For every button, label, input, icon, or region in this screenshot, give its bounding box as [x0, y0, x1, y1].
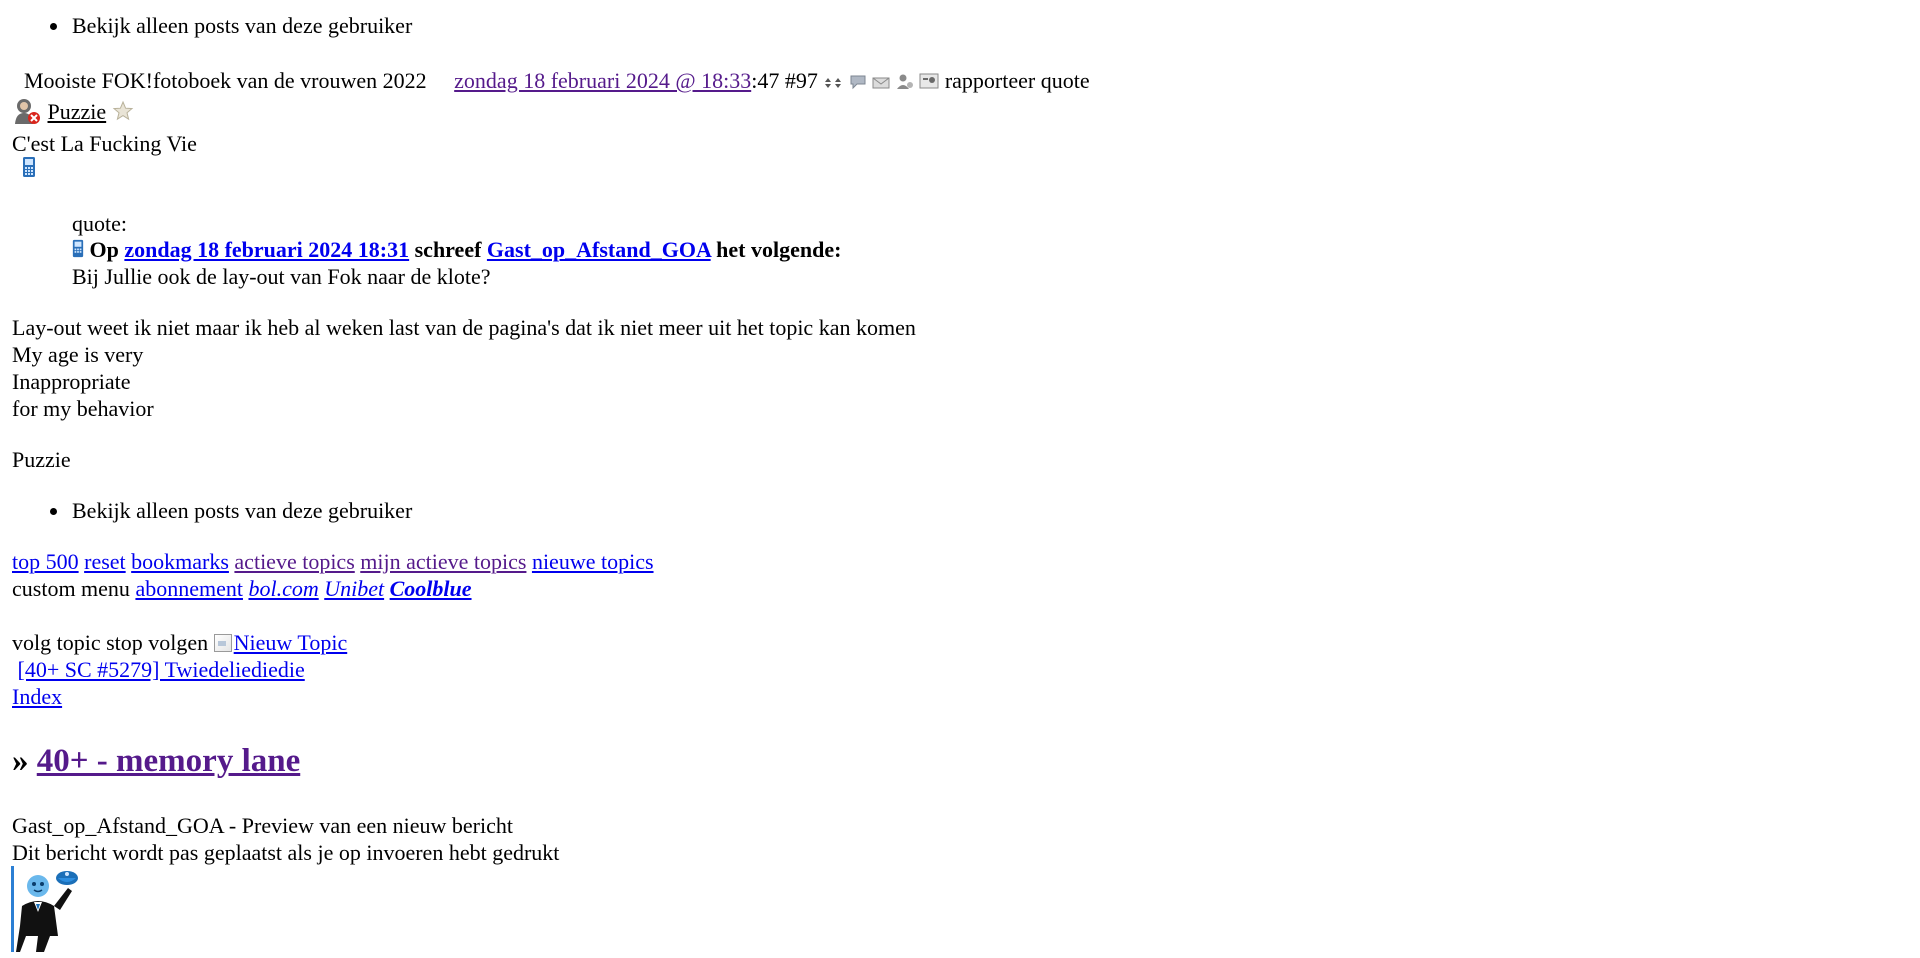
user-avatar-row: Puzzie	[12, 96, 134, 132]
view-user-posts-top[interactable]: Bekijk alleen posts van deze gebruiker	[49, 12, 412, 39]
butler-mascot-icon	[14, 866, 80, 958]
view-user-posts-label[interactable]: Bekijk alleen posts van deze gebruiker	[72, 13, 412, 38]
signature-name: Puzzie	[12, 447, 71, 472]
forum-arrow: »	[12, 743, 29, 779]
preview-line-2: Dit bericht wordt pas geplaatst als je o…	[12, 840, 560, 865]
star-icon	[112, 100, 134, 128]
user-tagline: C'est La Fucking Vie	[12, 131, 197, 156]
quote-header: Op zondag 18 februari 2024 18:31 schreef…	[72, 236, 841, 264]
index-row: Index	[12, 683, 62, 710]
post-topic-title: Mooiste FOK!fotoboek van de vrouwen 2022	[24, 68, 427, 93]
user-status-icon	[12, 96, 42, 132]
forum-title-link[interactable]: 40+ - memory lane	[37, 743, 300, 779]
post-body-line: Lay-out weet ik niet maar ik heb al weke…	[12, 315, 916, 340]
post-date-link[interactable]: zondag 18 februari 2024 @ 18:33	[454, 68, 751, 93]
card-icon[interactable]	[919, 69, 939, 96]
quote-date-link[interactable]: zondag 18 februari 2024 18:31	[124, 237, 409, 262]
mobile-phone-icon	[22, 156, 36, 184]
signature-line-1: My age is very	[12, 342, 144, 367]
quote-label: quote:	[72, 211, 127, 236]
mobile-phone-icon	[72, 237, 84, 264]
custom-menu-label: custom menu	[12, 576, 130, 601]
custom-coolblue[interactable]: Coolblue	[390, 576, 472, 601]
username-link[interactable]: Puzzie	[48, 99, 107, 124]
post-header: Mooiste FOK!fotoboek van de vrouwen 2022…	[24, 67, 1090, 96]
prev-topic-link[interactable]: [40+ SC #5279] Twiedeliediedie	[18, 657, 305, 682]
user-icon[interactable]	[896, 69, 914, 96]
nav-bookmarks[interactable]: bookmarks	[131, 549, 229, 574]
prev-topic-row: [40+ SC #5279] Twiedeliediedie	[12, 656, 305, 683]
nav-nieuwe-topics[interactable]: nieuwe topics	[532, 549, 654, 574]
quote-prefix: Op	[89, 237, 119, 262]
signature-line-3: for my behavior	[12, 396, 154, 421]
nav-top500[interactable]: top 500	[12, 549, 79, 574]
post-seconds-number: :47 #97	[751, 68, 818, 93]
new-topic-label[interactable]: Nieuw Topic	[234, 630, 348, 655]
quote-wrote: schreef	[414, 237, 482, 262]
view-user-posts-label[interactable]: Bekijk alleen posts van deze gebruiker	[72, 498, 412, 523]
quote-text: Bij Jullie ook de lay-out van Fok naar d…	[72, 264, 491, 289]
mail-icon[interactable]	[872, 69, 890, 96]
new-topic-image-icon	[213, 634, 232, 652]
nav-actieve-topics[interactable]: actieve topics	[234, 549, 354, 574]
signature-line-2: Inappropriate	[12, 369, 131, 394]
custom-menu: custom menu abonnement bol.com Unibet Co…	[12, 575, 472, 602]
nav-links: top 500 reset bookmarks actieve topics m…	[12, 548, 654, 575]
report-link[interactable]: rapporteer	[945, 68, 1035, 93]
forum-heading: » 40+ - memory lane	[12, 741, 300, 781]
topic-actions: volg topic stop volgen Nieuw Topic	[12, 629, 347, 656]
comment-icon[interactable]	[849, 69, 867, 96]
nav-mijn-actieve-topics[interactable]: mijn actieve topics	[360, 549, 526, 574]
updown-arrows-icon[interactable]	[823, 69, 843, 96]
new-topic-link[interactable]: Nieuw Topic	[213, 630, 348, 655]
nav-reset[interactable]: reset	[84, 549, 126, 574]
view-user-posts-bottom[interactable]: Bekijk alleen posts van deze gebruiker	[49, 497, 412, 524]
follow-topic[interactable]: volg topic	[12, 630, 101, 655]
quote-link[interactable]: quote	[1041, 68, 1090, 93]
index-link[interactable]: Index	[12, 684, 62, 709]
preview-line-1: Gast_op_Afstand_GOA - Preview van een ni…	[12, 813, 513, 838]
quote-suffix: het volgende:	[716, 237, 842, 262]
custom-unibet[interactable]: Unibet	[324, 576, 384, 601]
quote-author-link[interactable]: Gast_op_Afstand_GOA	[487, 237, 711, 262]
custom-bolcom[interactable]: bol.com	[248, 576, 318, 601]
custom-abonnement[interactable]: abonnement	[135, 576, 243, 601]
stop-follow[interactable]: stop volgen	[106, 630, 208, 655]
